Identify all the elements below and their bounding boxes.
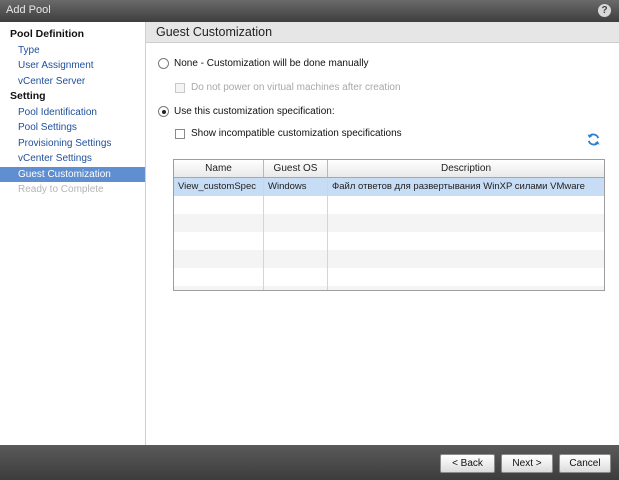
table-row-empty — [174, 214, 604, 232]
nav-item-type[interactable]: Type — [0, 43, 145, 59]
nav-item-vcenter-server[interactable]: vCenter Server — [0, 74, 145, 90]
table-row-empty — [174, 268, 604, 286]
option-spec-radio[interactable] — [158, 106, 169, 117]
option-spec-row[interactable]: Use this customization specification: — [158, 106, 335, 117]
wizard-footer: < Back Next > Cancel — [0, 445, 619, 480]
nav-item-user-assignment[interactable]: User Assignment — [0, 58, 145, 74]
show-incompatible-label: Show incompatible customization specific… — [191, 128, 402, 139]
title-bar: Add Pool ? — [0, 0, 619, 22]
show-incompatible-checkbox[interactable] — [175, 128, 185, 139]
no-power-on-label: Do not power on virtual machines after c… — [191, 82, 401, 93]
nav-section-pool-definition: Pool Definition — [10, 28, 85, 40]
table-header: Name Guest OS Description — [174, 160, 604, 178]
nav-item-guest-customization[interactable]: Guest Customization — [0, 166, 145, 182]
column-header-guest-os[interactable]: Guest OS — [264, 160, 328, 177]
nav-item-provisioning-settings[interactable]: Provisioning Settings — [0, 136, 145, 152]
nav-item-pool-identification[interactable]: Pool Identification — [0, 105, 145, 121]
content-panel: Guest Customization None - Customization… — [146, 22, 619, 445]
nav-item-ready-to-complete: Ready to Complete — [18, 184, 104, 195]
page-title: Guest Customization — [146, 22, 619, 43]
nav-item-vcenter-settings[interactable]: vCenter Settings — [0, 151, 145, 167]
help-icon[interactable]: ? — [598, 4, 611, 17]
option-none-row[interactable]: None - Customization will be done manual… — [158, 58, 369, 69]
nav-item-pool-settings[interactable]: Pool Settings — [0, 120, 145, 136]
show-incompatible-row[interactable]: Show incompatible customization specific… — [175, 128, 402, 139]
table-row-empty — [174, 286, 604, 290]
customization-spec-table: Name Guest OS Description View_customSpe… — [173, 159, 605, 291]
window-title: Add Pool — [6, 4, 51, 16]
nav-section-setting: Setting — [10, 90, 46, 102]
table-row-empty — [174, 250, 604, 268]
option-none-label: None - Customization will be done manual… — [174, 58, 369, 69]
cell-description: Файл ответов для развертывания WinXP сил… — [332, 181, 585, 192]
table-row[interactable]: View_customSpec Windows Файл ответов для… — [174, 178, 604, 196]
cell-guest-os: Windows — [264, 178, 328, 196]
option-spec-label: Use this customization specification: — [174, 106, 335, 117]
cancel-button[interactable]: Cancel — [559, 454, 611, 473]
table-row-empty — [174, 232, 604, 250]
refresh-icon[interactable] — [586, 132, 601, 147]
cell-name: View_customSpec — [174, 178, 264, 196]
no-power-on-row: Do not power on virtual machines after c… — [175, 82, 401, 93]
table-row-empty — [174, 196, 604, 214]
column-header-description[interactable]: Description — [328, 160, 604, 177]
wizard-sidebar: Pool Definition Type User Assignment vCe… — [0, 22, 146, 445]
next-button[interactable]: Next > — [501, 454, 553, 473]
back-button[interactable]: < Back — [440, 454, 495, 473]
option-none-radio[interactable] — [158, 58, 169, 69]
no-power-on-checkbox — [175, 82, 185, 93]
column-header-name[interactable]: Name — [174, 160, 264, 177]
